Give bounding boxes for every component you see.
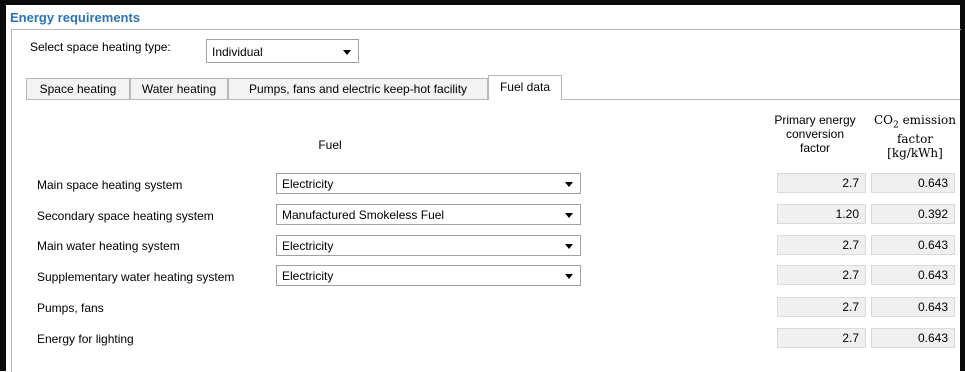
chevron-down-icon xyxy=(565,213,573,218)
row-label-pumps-fans: Pumps, fans xyxy=(37,301,104,315)
tab-label: Fuel data xyxy=(499,80,551,94)
heating-type-value: Individual xyxy=(212,45,263,59)
tab-pumps-fans[interactable]: Pumps, fans and electric keep-hot facili… xyxy=(228,78,488,99)
row-label-secondary-space-heating: Secondary space heating system xyxy=(37,209,214,223)
co2-value: 0.392 xyxy=(871,204,955,224)
heating-type-label: Select space heating type: xyxy=(30,40,171,54)
pef-value: 2.7 xyxy=(777,265,866,285)
fuel-select-value: Manufactured Smokeless Fuel xyxy=(282,208,445,222)
window-frame-left xyxy=(0,0,6,371)
co2-header-line: [kg/kWh] xyxy=(887,146,943,161)
fuel-select-main-water-heating[interactable]: Electricity xyxy=(276,235,581,256)
co2-header-text: CO xyxy=(873,113,894,127)
fuel-select-main-space-heating[interactable]: Electricity xyxy=(276,173,581,194)
chevron-down-icon xyxy=(565,274,573,279)
tab-label: Space heating xyxy=(39,82,117,96)
row-label-main-water-heating: Main water heating system xyxy=(37,239,180,253)
row-label-main-space-heating: Main space heating system xyxy=(37,178,183,192)
tab-water-heating[interactable]: Water heating xyxy=(130,78,228,99)
fuel-select-supplementary-water-heating[interactable]: Electricity xyxy=(276,265,581,286)
pef-header-line: conversion xyxy=(785,127,845,141)
fuel-column-header: Fuel xyxy=(318,138,342,152)
tab-fuel-data[interactable]: Fuel data xyxy=(488,75,562,100)
co2-header-text: emission xyxy=(898,113,956,127)
pef-header-line: factor xyxy=(799,141,830,155)
pef-value: 2.7 xyxy=(777,297,866,317)
co2-header-line: factor xyxy=(896,132,934,147)
row-label-supplementary-water-heating: Supplementary water heating system xyxy=(37,270,235,284)
chevron-down-icon xyxy=(565,244,573,249)
chevron-down-icon xyxy=(565,182,573,187)
tab-label: Pumps, fans and electric keep-hot facili… xyxy=(248,82,468,96)
chevron-down-icon xyxy=(343,50,351,55)
pef-value: 2.7 xyxy=(777,328,866,348)
fuel-select-value: Electricity xyxy=(282,239,334,253)
pef-value: 2.7 xyxy=(777,173,866,193)
tab-space-heating[interactable]: Space heating xyxy=(26,78,130,99)
section-title: Energy requirements xyxy=(10,10,141,25)
co2-value: 0.643 xyxy=(871,328,955,348)
co2-value: 0.643 xyxy=(871,265,955,285)
fuel-select-value: Electricity xyxy=(282,177,334,191)
fuel-select-value: Electricity xyxy=(282,269,334,283)
co2-header-line: CO2 emission xyxy=(870,113,960,132)
pef-header-line: Primary energy xyxy=(774,113,856,127)
window-frame-top xyxy=(0,0,965,5)
fuel-select-secondary-space-heating[interactable]: Manufactured Smokeless Fuel xyxy=(276,204,581,225)
tab-label: Water heating xyxy=(141,82,217,96)
co2-value: 0.643 xyxy=(871,235,955,255)
co2-value: 0.643 xyxy=(871,297,955,317)
pef-value: 1.20 xyxy=(777,204,866,224)
co2-column-header: CO2 emission factor [kg/kWh] xyxy=(870,113,960,160)
heating-type-select[interactable]: Individual xyxy=(206,39,359,63)
pef-value: 2.7 xyxy=(777,235,866,255)
co2-value: 0.643 xyxy=(871,173,955,193)
pef-column-header: Primary energy conversion factor xyxy=(765,113,865,155)
row-label-energy-lighting: Energy for lighting xyxy=(37,332,134,346)
